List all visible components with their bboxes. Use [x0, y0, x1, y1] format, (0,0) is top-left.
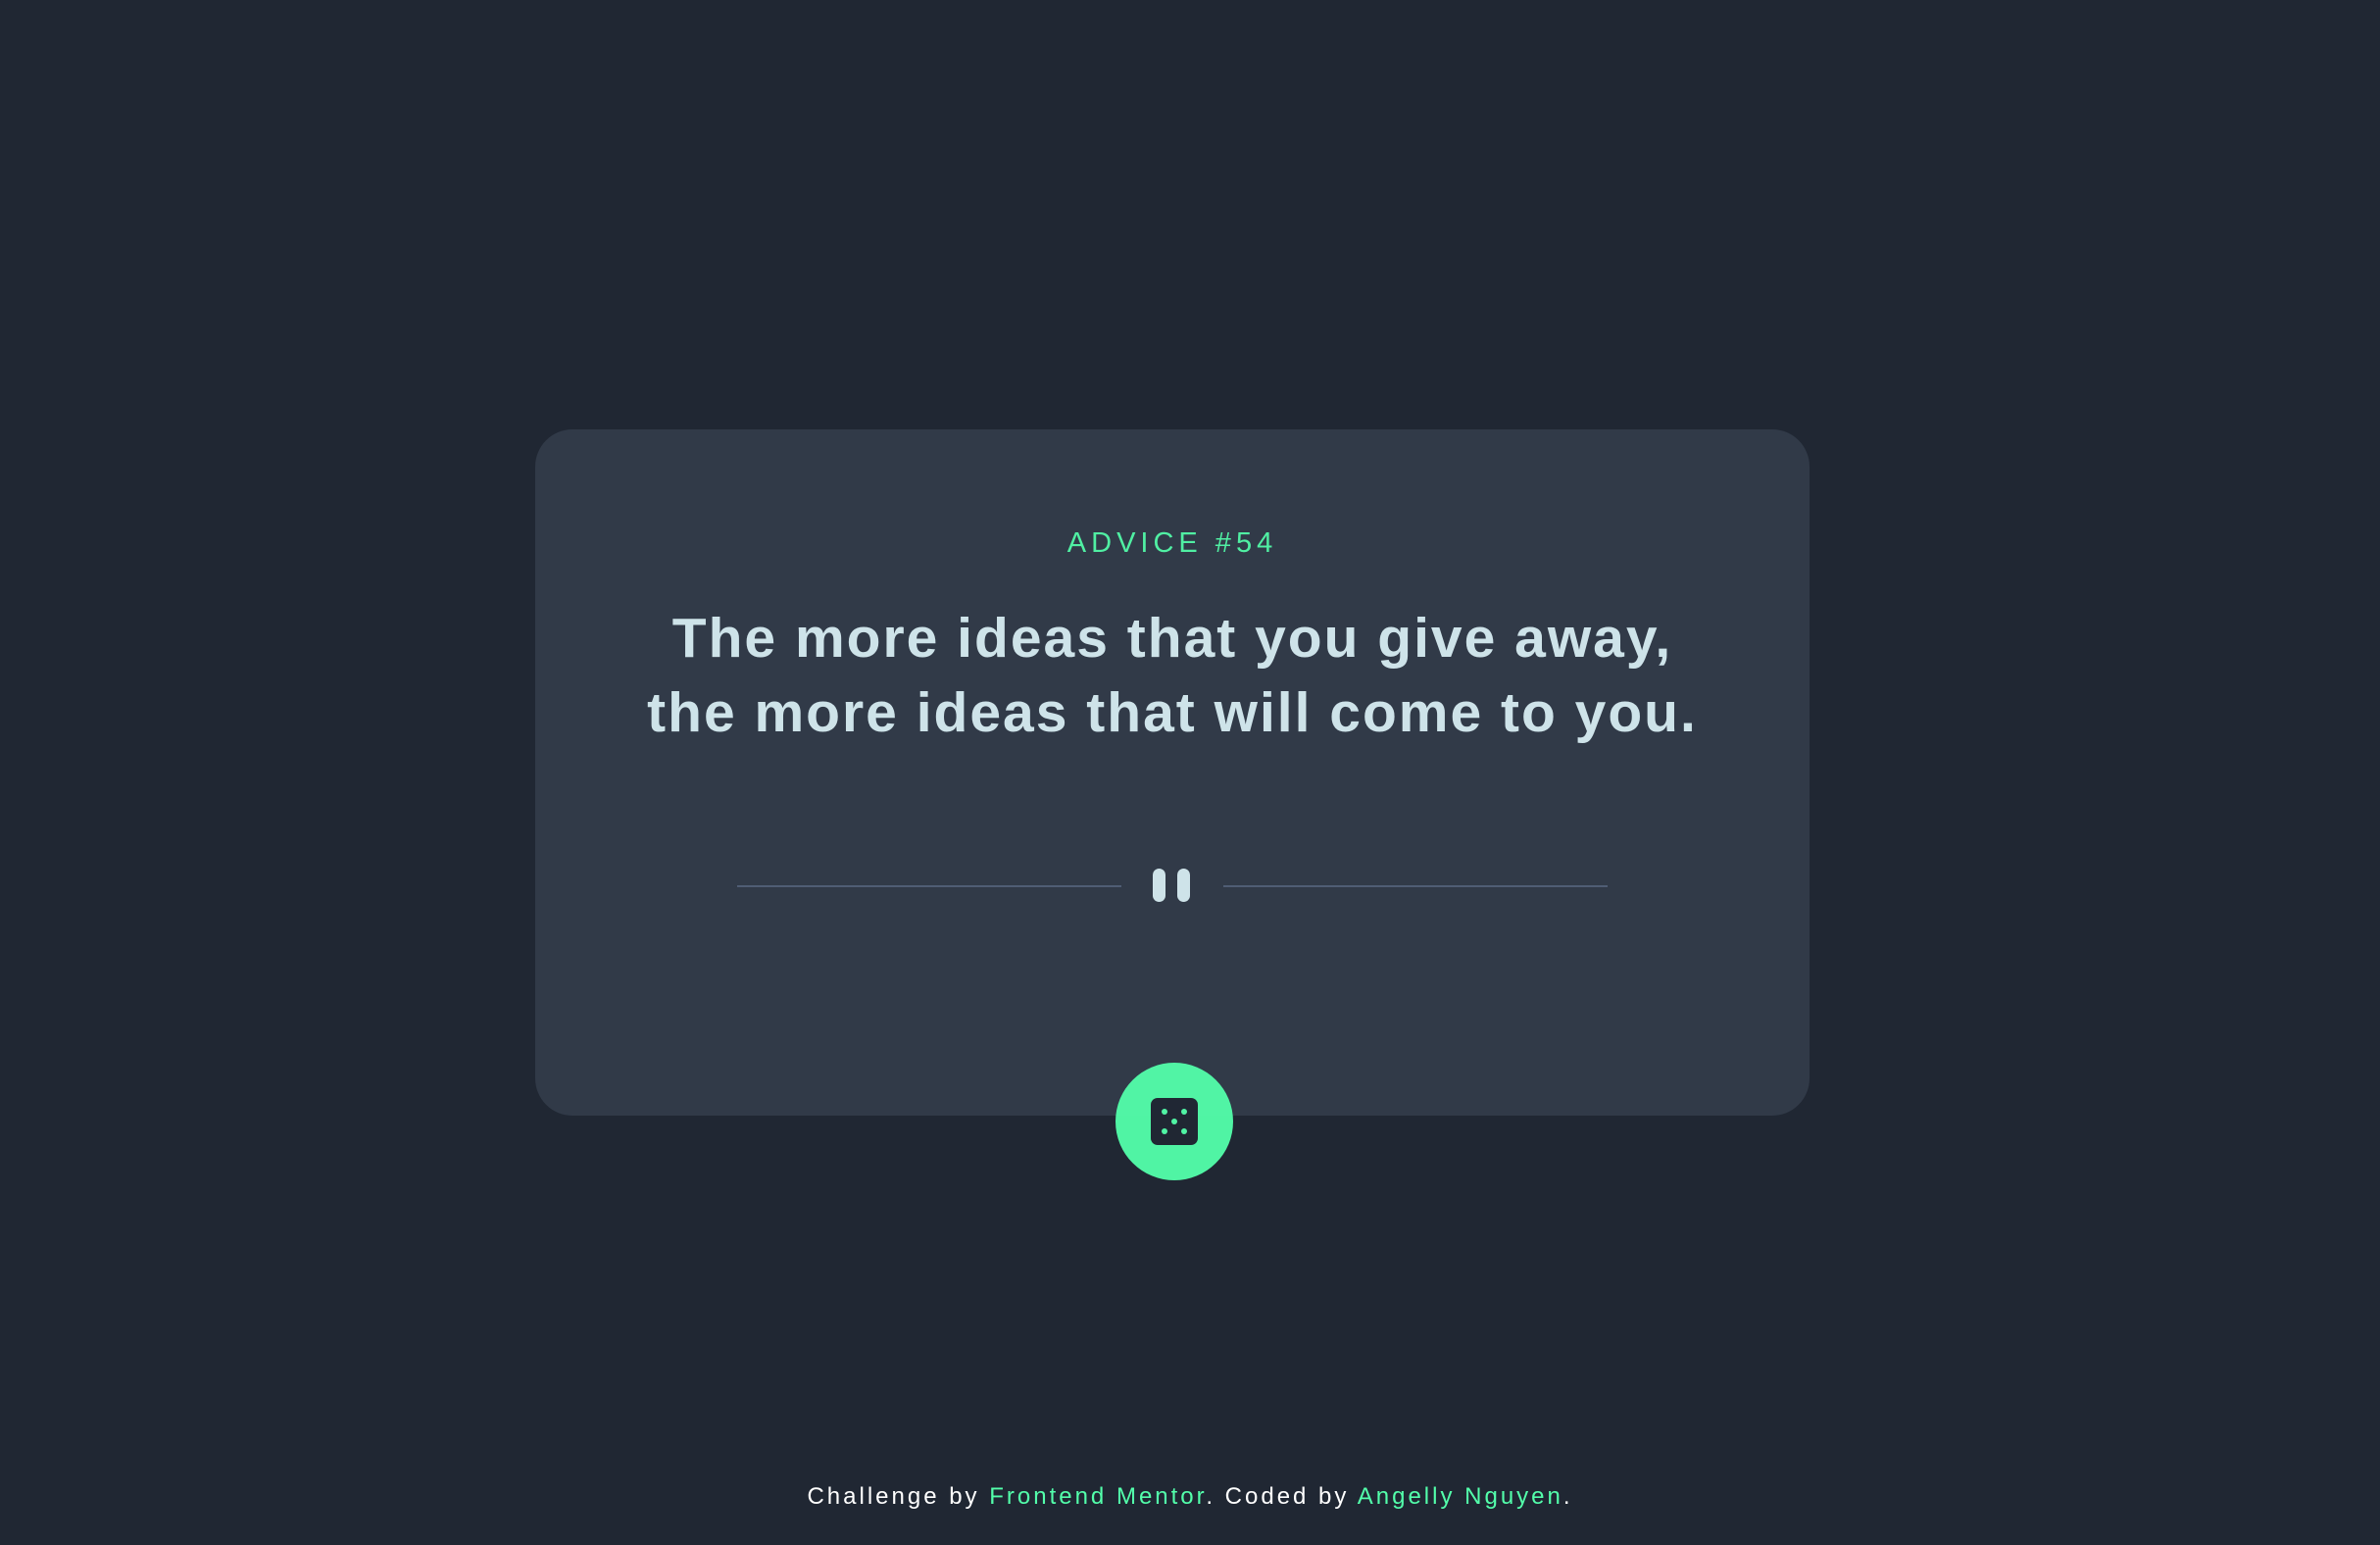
advice-id-label: ADVICE #54: [1066, 527, 1278, 559]
quote-divider: [737, 869, 1608, 904]
author-link[interactable]: Angelly Nguyen: [1358, 1483, 1563, 1510]
attribution: Challenge by Frontend Mentor. Coded by A…: [0, 1483, 2380, 1511]
divider-line-left: [737, 885, 1121, 887]
attribution-middle: . Coded by: [1206, 1483, 1358, 1510]
advice-card: ADVICE #54 The more ideas that you give …: [535, 429, 1810, 1116]
frontend-mentor-link[interactable]: Frontend Mentor: [989, 1483, 1206, 1510]
divider-line-right: [1223, 885, 1608, 887]
attribution-prefix: Challenge by: [807, 1483, 990, 1510]
advice-quote: The more ideas that you give away, the m…: [647, 607, 1698, 744]
dice-icon: [1151, 1098, 1198, 1145]
new-advice-button[interactable]: [1116, 1063, 1233, 1180]
attribution-suffix: .: [1562, 1483, 1573, 1510]
pause-icon: [1151, 869, 1194, 904]
